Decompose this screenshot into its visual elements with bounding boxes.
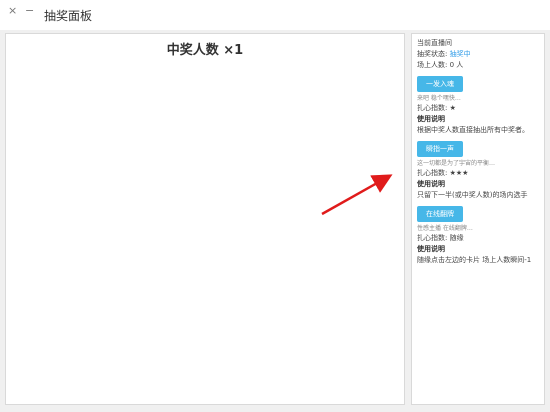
usage-text: 只留下一半(或中奖人数)的场内选手 <box>417 191 528 199</box>
current-live-label: 当前直播间 <box>417 39 452 47</box>
mode-description: 这一切都是为了宇宙的平衡… <box>417 160 496 167</box>
pain-index: 扎心指数: ★★★ <box>417 169 469 177</box>
usage-title: 使用说明 <box>417 180 445 188</box>
close-icon[interactable]: × <box>8 4 17 17</box>
lottery-card-area[interactable]: 中奖人数 ×1 <box>5 33 405 405</box>
mode-description: 性感主播 在线翻牌… <box>417 225 473 232</box>
pain-index: 扎心指数: 随缘 <box>417 234 464 242</box>
usage-text: 随缘点击左边的卡片 场上人数瞬间-1 <box>417 256 532 264</box>
mode-three: 在线翻牌 性感主播 在线翻牌… 扎心指数: 随缘 使用说明 随缘点击左边的卡片 … <box>417 201 544 266</box>
usage-title: 使用说明 <box>417 115 445 123</box>
title-bar: × − 抽奖面板 <box>0 0 550 30</box>
status-label: 抽奖状态: <box>417 50 448 58</box>
status-line: 抽奖状态: 抽奖中 <box>417 49 544 60</box>
audience-count: 场上人数: 0 人 <box>417 61 464 69</box>
window-title: 抽奖面板 <box>44 9 93 23</box>
control-panel: 当前直播间 抽奖状态: 抽奖中 场上人数: 0 人 一发入魂 来吧 稳个嘿快… … <box>411 33 545 405</box>
flip-card-button[interactable]: 在线翻牌 <box>417 206 463 222</box>
pain-index: 扎心指数: ★ <box>417 104 456 112</box>
winners-count-label: 中奖人数 ×1 <box>166 43 244 58</box>
one-shot-button[interactable]: 一发入魂 <box>417 76 463 92</box>
status-value: 抽奖中 <box>449 50 471 58</box>
mode-one: 一发入魂 来吧 稳个嘿快… 扎心指数: ★ 使用说明 根据中奖人数直接抽出所有中… <box>417 71 544 136</box>
minimize-icon[interactable]: − <box>25 4 34 17</box>
mode-description: 来吧 稳个嘿快… <box>417 95 461 102</box>
mode-two: 瞬指一声 这一切都是为了宇宙的平衡… 扎心指数: ★★★ 使用说明 只留下一半(… <box>417 136 544 201</box>
snap-button[interactable]: 瞬指一声 <box>417 141 463 157</box>
usage-text: 根据中奖人数直接抽出所有中奖者。 <box>417 126 529 134</box>
usage-title: 使用说明 <box>417 245 445 253</box>
